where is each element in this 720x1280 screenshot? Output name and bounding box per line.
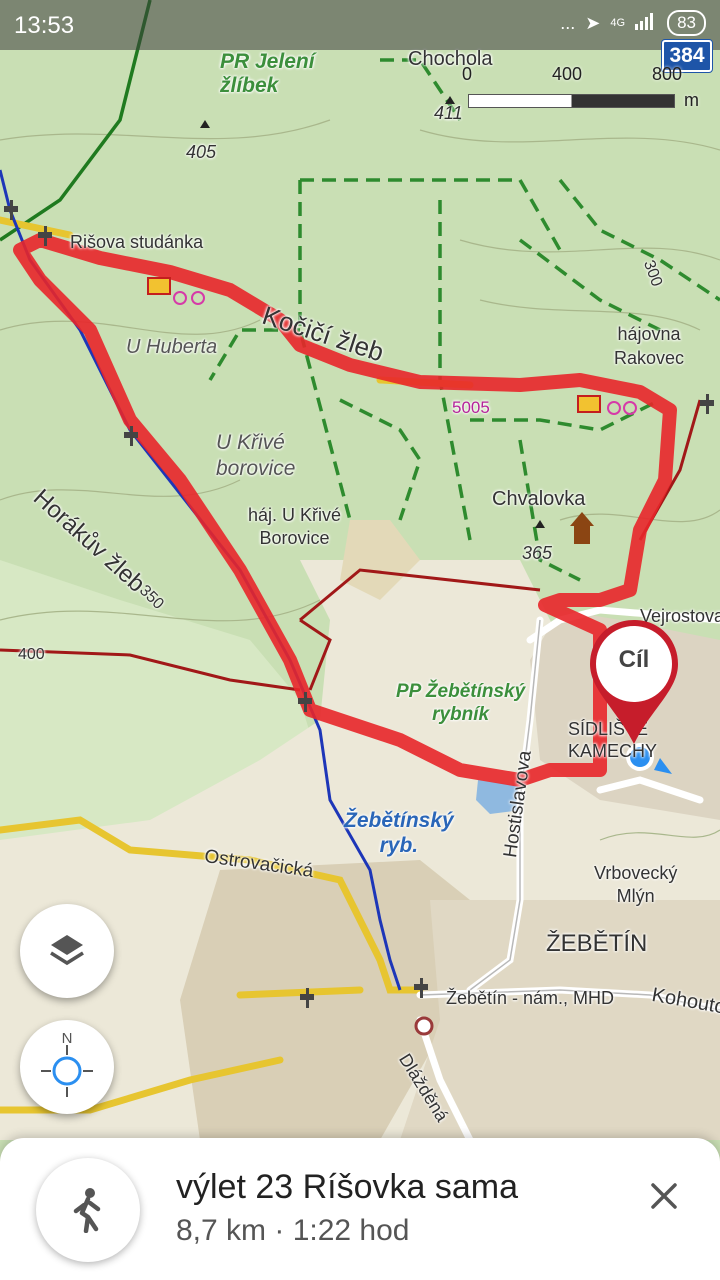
label-hajovna-rakovec: hájovna Rakovec xyxy=(614,324,685,368)
destination-pin-label: Cíl xyxy=(618,646,650,673)
scale-label-zero: 0 xyxy=(462,64,473,84)
label-route-5005: 5005 xyxy=(452,398,490,417)
label-u-huberta: U Huberta xyxy=(126,336,218,358)
crosshair-icon xyxy=(41,1045,93,1097)
label-risova-studanka: Rišova studánka xyxy=(70,232,204,252)
label-haj-u-krive-borovice: háj. U Křivé Borovice xyxy=(248,505,342,548)
compass-locate-button[interactable]: N xyxy=(20,1020,114,1114)
scale-bar-graphic xyxy=(468,94,675,108)
compass-n-label: N xyxy=(61,1030,73,1047)
walking-person-icon xyxy=(73,1188,101,1233)
label-elevation-405: 405 xyxy=(186,142,217,162)
scale-unit: m xyxy=(684,90,699,110)
label-contour-400: 400 xyxy=(18,646,45,663)
label-u-krive-borovice: U Křivé borovice xyxy=(216,431,296,480)
trip-distance-duration: 8,7 km · 1:22 hod xyxy=(176,1214,410,1247)
signal-icon xyxy=(635,12,657,35)
label-zebetin: ŽEBĚTÍN xyxy=(546,930,648,957)
status-dots-icon: ... xyxy=(560,12,576,33)
battery-indicator: 83 xyxy=(667,10,706,36)
layers-button[interactable] xyxy=(20,904,114,998)
status-time: 13:53 xyxy=(14,12,75,39)
trip-title: výlet 23 Ríšovka sama xyxy=(176,1168,519,1206)
walking-mode-button[interactable] xyxy=(36,1158,140,1262)
network-label: 4G xyxy=(610,17,626,29)
location-arrow-icon: ➤ xyxy=(585,12,601,33)
scale-label-end: 800 xyxy=(652,64,683,84)
label-zebetin-nam-mhd: Žebětín - nám., MHD xyxy=(446,988,615,1008)
status-bar: 13:53 ... ➤ 4G 83 xyxy=(0,0,720,50)
layers-icon xyxy=(50,935,84,966)
map-scale-bar: 0 400 800 m xyxy=(440,64,699,114)
scale-label-mid: 400 xyxy=(552,64,583,84)
close-button[interactable] xyxy=(636,1168,692,1224)
label-elevation-365: 365 xyxy=(522,543,553,563)
destination-pin-icon[interactable] xyxy=(586,616,682,746)
label-vrbovecky-mlyn: Vrbovecký Mlýn xyxy=(594,863,678,906)
trip-info-card[interactable]: výlet 23 Ríšovka sama 8,7 km · 1:22 hod xyxy=(0,1138,720,1280)
close-icon xyxy=(651,1183,677,1209)
label-chvalovka: Chvalovka xyxy=(492,488,586,510)
label-pr-jeleni-zlibek: PR Jelení žlíbek xyxy=(220,50,315,97)
label-zebetinsky-ryb: Žebětínský ryb. xyxy=(344,809,454,857)
label-pp-zebetinsky-rybnik: PP Žebětínský rybník xyxy=(396,681,526,725)
